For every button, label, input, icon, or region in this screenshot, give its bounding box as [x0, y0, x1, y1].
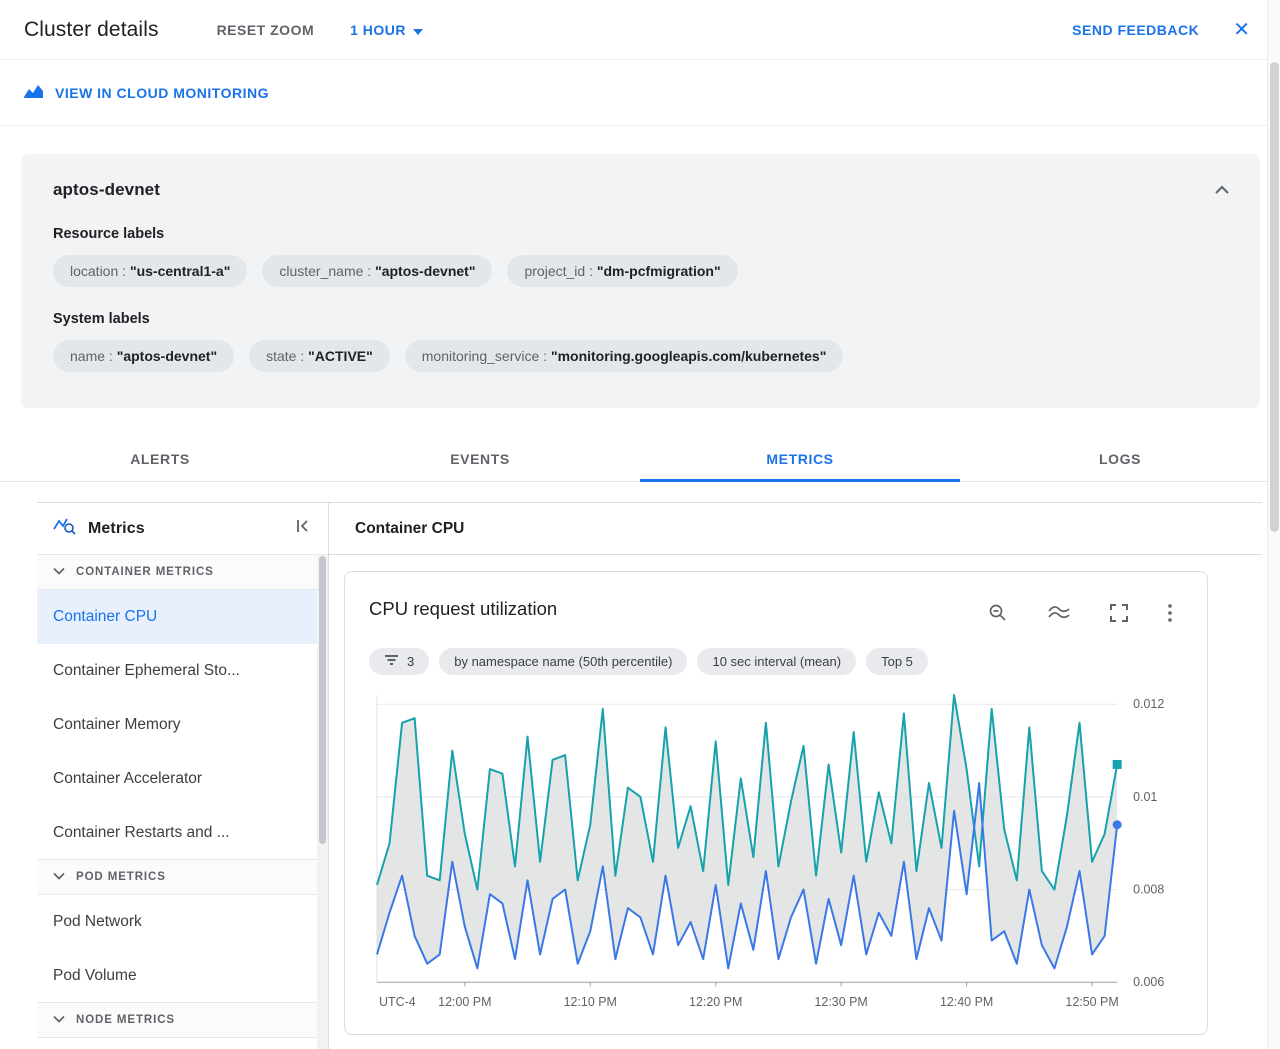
system-label-chip: monitoring_service : "monitoring.googlea…: [404, 340, 844, 372]
sidebar-item-container-cpu[interactable]: Container CPU: [37, 590, 328, 644]
svg-text:12:50 PM: 12:50 PM: [1065, 995, 1118, 1009]
chevron-down-icon: [53, 871, 65, 883]
sidebar-title: Metrics: [88, 519, 145, 537]
cpu-request-utilization-chart[interactable]: 12:00 PM 12:10 PM 12:20 PM 12:30 PM 12:40 PM…: [369, 683, 1183, 1022]
close-icon[interactable]: ✕: [1229, 18, 1254, 42]
collapse-panel-icon: [295, 519, 311, 538]
send-feedback-link[interactable]: SEND FEEDBACK: [1072, 22, 1199, 38]
area-chart-small-icon: [24, 84, 44, 102]
sidebar-scrollbar-thumb[interactable]: [319, 556, 326, 844]
zoom-out-icon: [988, 603, 1008, 628]
collapse-sidebar-button[interactable]: [292, 516, 314, 541]
caret-down-icon: [413, 22, 424, 38]
fullscreen-icon: [1110, 604, 1128, 627]
system-label-chip: name : "aptos-devnet": [53, 340, 235, 372]
svg-text:12:40 PM: 12:40 PM: [940, 995, 993, 1009]
tab-logs[interactable]: LOGS: [960, 436, 1280, 482]
metrics-main-panel: Container CPU CPU request utilization 3 …: [329, 503, 1262, 1049]
top-bar: Cluster details RESET ZOOM 1 HOUR SEND F…: [0, 0, 1280, 60]
section-node-metrics[interactable]: NODE METRICS: [37, 1002, 328, 1038]
sidebar-item-pod-network[interactable]: Pod Network: [37, 895, 328, 949]
chevron-up-icon: [1215, 181, 1229, 199]
cluster-summary-card: aptos-devnet Resource labels location : …: [21, 154, 1260, 408]
page-scrollbar-thumb[interactable]: [1270, 62, 1279, 532]
time-range-selector[interactable]: 1 HOUR: [350, 21, 424, 38]
section-pod-metrics[interactable]: POD METRICS: [37, 859, 328, 895]
filter-list-icon: [384, 654, 399, 669]
metrics-sidebar-header: Metrics: [37, 503, 328, 555]
resource-labels-title: Resource labels: [53, 226, 165, 242]
tab-metrics[interactable]: METRICS: [640, 436, 960, 482]
sidebar-item-pod-volume[interactable]: Pod Volume: [37, 949, 328, 1003]
view-in-cloud-monitoring-link[interactable]: VIEW IN CLOUD MONITORING: [24, 84, 269, 102]
svg-text:0.01: 0.01: [1133, 790, 1157, 804]
top-count-chip[interactable]: Top 5: [866, 648, 928, 675]
monitoring-link-bar: VIEW IN CLOUD MONITORING: [0, 60, 1280, 126]
tab-alerts[interactable]: ALERTS: [0, 436, 320, 482]
time-range-label: 1 HOUR: [350, 21, 407, 38]
sidebar-item-container-memory[interactable]: Container Memory: [37, 698, 328, 752]
resource-label-chip: project_id : "dm-pcfmigration": [507, 255, 738, 287]
page-scrollbar[interactable]: [1267, 0, 1280, 1049]
monitoring-link-label: VIEW IN CLOUD MONITORING: [55, 84, 269, 101]
section-container-metrics[interactable]: CONTAINER METRICS: [37, 554, 328, 590]
collapse-card-button[interactable]: [1212, 178, 1232, 202]
page-title: Cluster details: [24, 17, 159, 41]
system-labels-title: System labels: [53, 311, 150, 327]
more-vert-icon: [1168, 604, 1172, 627]
cluster-details-panel: Cluster details RESET ZOOM 1 HOUR SEND F…: [0, 0, 1280, 1049]
metric-group-title: Container CPU: [329, 503, 1262, 555]
sidebar-item-container-accelerator[interactable]: Container Accelerator: [37, 752, 328, 806]
svg-text:UTC-4: UTC-4: [379, 995, 416, 1009]
svg-text:12:30 PM: 12:30 PM: [815, 995, 868, 1009]
tab-events[interactable]: EVENTS: [320, 436, 640, 482]
metrics-content: Metrics CONTAINER METRICS Container CPU …: [37, 502, 1262, 1049]
metrics-sidebar: Metrics CONTAINER METRICS Container CPU …: [37, 503, 329, 1049]
more-options-button[interactable]: [1165, 601, 1175, 630]
filter-count-chip[interactable]: 3: [369, 648, 430, 675]
interval-chip[interactable]: 10 sec interval (mean): [697, 648, 857, 675]
area-chart-icon: [1048, 605, 1070, 626]
groupby-chip[interactable]: by namespace name (50th percentile): [439, 648, 688, 675]
chart-actions: [985, 600, 1183, 631]
chart-type-button[interactable]: [1045, 602, 1073, 629]
svg-text:12:20 PM: 12:20 PM: [689, 995, 742, 1009]
svg-text:0.012: 0.012: [1133, 697, 1164, 711]
sidebar-scrollbar[interactable]: [317, 556, 328, 1049]
svg-text:0.006: 0.006: [1133, 975, 1164, 989]
svg-text:0.008: 0.008: [1133, 883, 1164, 897]
chart-card: CPU request utilization 3 by namespace n…: [344, 571, 1208, 1036]
system-labels-row: name : "aptos-devnet" state : "ACTIVE" m…: [53, 340, 1232, 372]
chevron-down-icon: [53, 1014, 65, 1026]
resource-labels-row: location : "us-central1-a" cluster_name …: [53, 255, 1232, 287]
chart-filter-row: 3 by namespace name (50th percentile) 10…: [369, 648, 1183, 675]
sidebar-item-container-ephemeral-storage[interactable]: Container Ephemeral Sto...: [37, 644, 328, 698]
cluster-name: aptos-devnet: [53, 180, 160, 199]
svg-text:12:10 PM: 12:10 PM: [564, 995, 617, 1009]
fullscreen-button[interactable]: [1107, 601, 1131, 630]
svg-text:12:00 PM: 12:00 PM: [438, 995, 491, 1009]
zoom-out-button[interactable]: [985, 600, 1011, 631]
sidebar-item-container-restarts[interactable]: Container Restarts and ...: [37, 806, 328, 860]
tab-bar: ALERTS EVENTS METRICS LOGS: [0, 436, 1280, 482]
reset-zoom-button[interactable]: RESET ZOOM: [217, 22, 315, 38]
resource-label-chip: location : "us-central1-a": [53, 255, 248, 287]
system-label-chip: state : "ACTIVE": [249, 340, 390, 372]
chevron-down-icon: [53, 566, 65, 578]
metrics-explorer-icon: [52, 516, 76, 541]
chart-title: CPU request utilization: [369, 598, 558, 619]
resource-label-chip: cluster_name : "aptos-devnet": [262, 255, 493, 287]
